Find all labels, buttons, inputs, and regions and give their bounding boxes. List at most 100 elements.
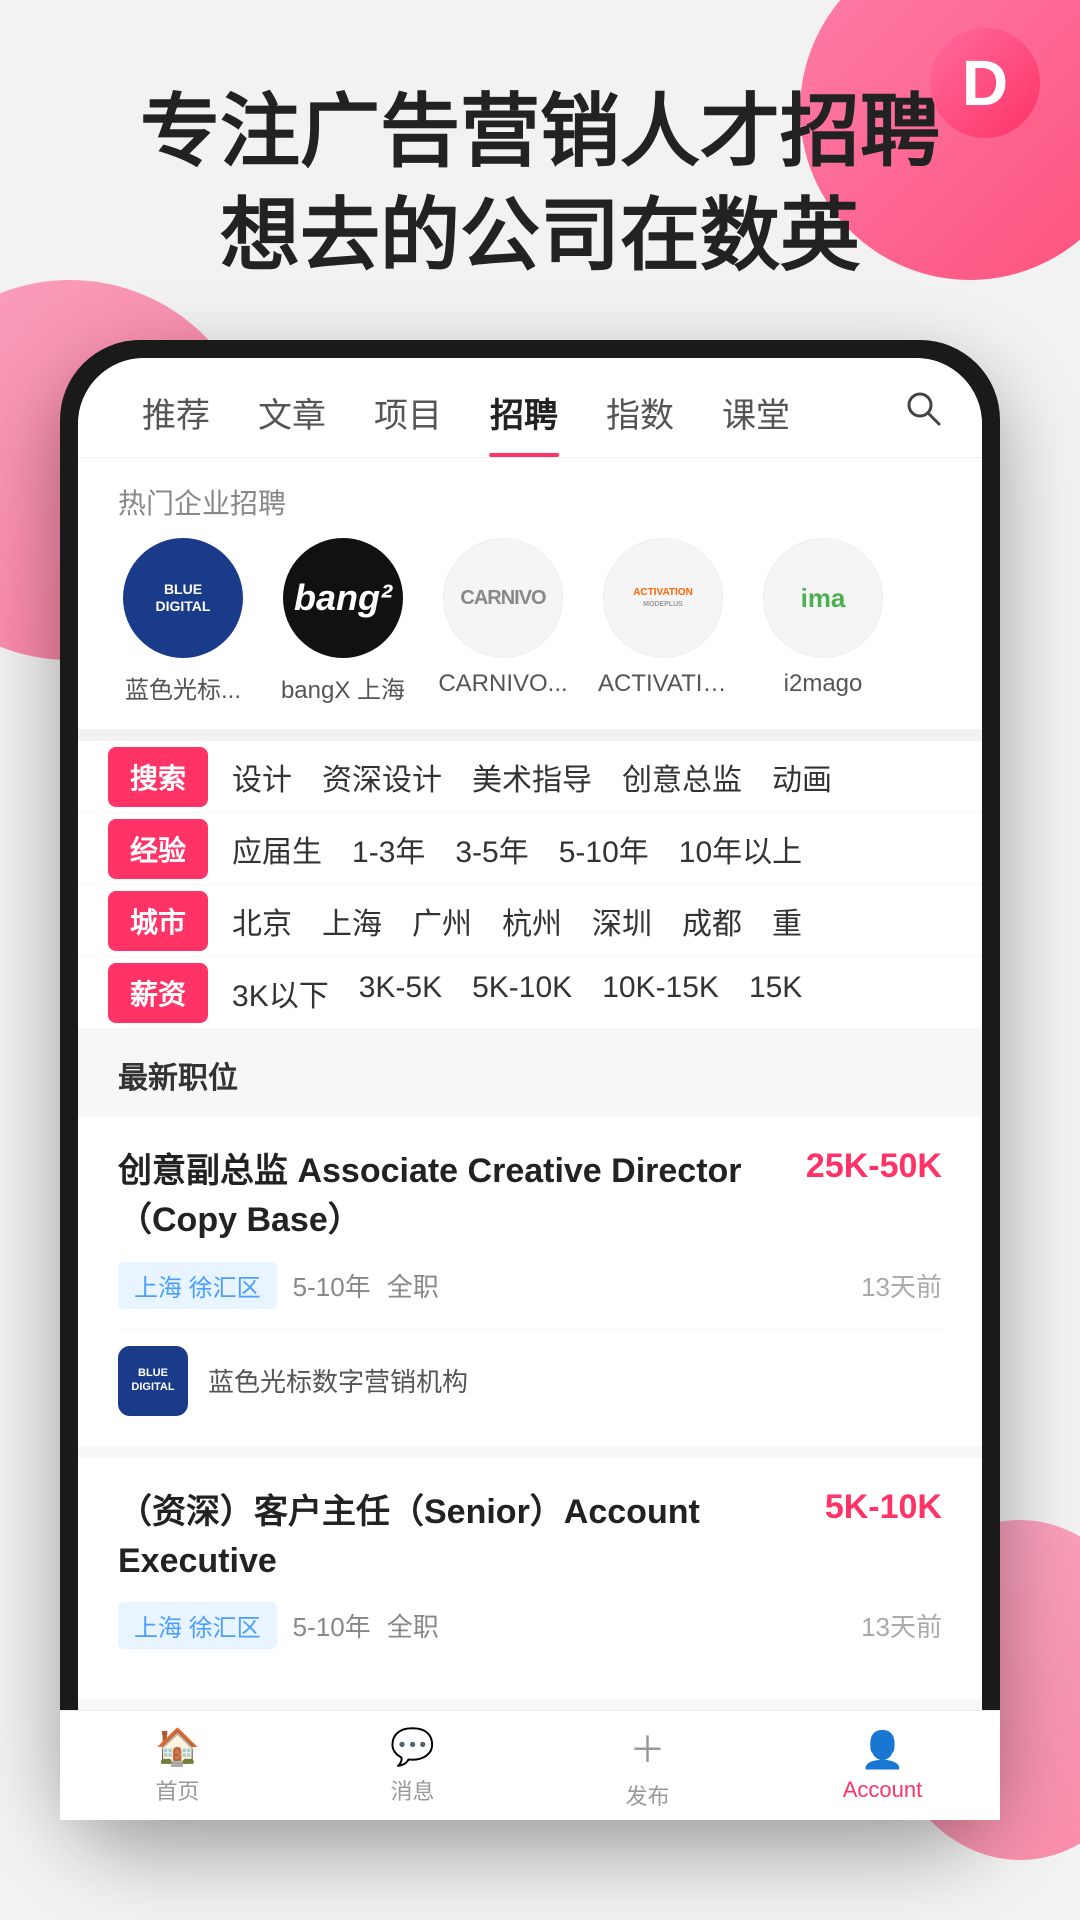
nav-item-article[interactable]: 文章 (234, 388, 350, 457)
filter-opt-10k-15k[interactable]: 10K-15K (602, 971, 719, 1015)
company-mini-logo-1: BLUEDIGITAL (118, 1346, 188, 1416)
job-time-1: 13天前 (861, 1267, 942, 1304)
publish-label: 发布 (625, 1779, 669, 1811)
app-logo[interactable]: D (930, 28, 1040, 138)
bottom-nav-home[interactable]: 🏠 首页 (60, 1711, 295, 1820)
job-card-1[interactable]: 创意副总监 Associate Creative Director（Copy B… (78, 1117, 982, 1446)
company-item-carnivo[interactable]: CARNIVO CARNIVO... (438, 538, 568, 705)
job-title-row-2: （资深）客户主任（Senior）Account Executive 5K-10K (118, 1488, 942, 1587)
job-company-row-1: BLUEDIGITAL 蓝色光标数字营销机构 (118, 1329, 942, 1416)
job-meta-1: 上海 徐汇区 5-10年 全职 13天前 (118, 1262, 942, 1309)
nav-item-project[interactable]: 项目 (350, 388, 466, 457)
filter-tag-exp[interactable]: 经验 (108, 819, 208, 879)
filter-opt-3k-below[interactable]: 3K以下 (232, 971, 329, 1015)
account-icon: 👤 (860, 1729, 905, 1771)
company-logo-activation: ACTIVATIONMODEPLUS (603, 538, 723, 658)
filter-row-exp: 经验 应届生 1-3年 3-5年 5-10年 10年以上 (78, 813, 982, 885)
hero-title: 专注广告营销人才招聘 想去的公司在数英 (0, 80, 1080, 288)
hero-line2: 想去的公司在数英 (220, 191, 860, 280)
publish-icon: ＋ (629, 1721, 665, 1773)
filter-row-salary: 薪资 3K以下 3K-5K 5K-10K 10K-15K 15K (78, 957, 982, 1029)
filter-options-salary: 3K以下 3K-5K 5K-10K 10K-15K 15K (232, 971, 952, 1015)
hot-companies-label: 热门企业招聘 (78, 458, 982, 538)
app-logo-letter: D (962, 51, 1008, 115)
filter-opt-hangzhou[interactable]: 杭州 (502, 899, 562, 943)
filter-opt-design[interactable]: 设计 (232, 755, 292, 799)
job-type-1: 全职 (387, 1267, 439, 1304)
filter-tag-city[interactable]: 城市 (108, 891, 208, 951)
company-name-bangx: bangX 上海 (278, 670, 408, 705)
company-name-carnivo: CARNIVO... (438, 670, 568, 698)
filter-opt-creative-director[interactable]: 创意总监 (622, 755, 742, 799)
bottom-nav-account[interactable]: 👤 Account (765, 1711, 1000, 1820)
job-card-2[interactable]: （资深）客户主任（Senior）Account Executive 5K-10K… (78, 1458, 982, 1700)
job-type-2: 全职 (387, 1607, 439, 1644)
filter-opt-art-director[interactable]: 美术指导 (472, 755, 592, 799)
company-name-activation: ACTIVATIO... (598, 670, 728, 698)
company-logo-bangx: bang² (283, 538, 403, 658)
filter-section: 搜索 设计 资深设计 美术指导 创意总监 动画 经验 应届生 1-3年 3-5年… (78, 741, 982, 1029)
company-item-bangx[interactable]: bang² bangX 上海 (278, 538, 408, 705)
company-item-activation[interactable]: ACTIVATIONMODEPLUS ACTIVATIO... (598, 538, 728, 705)
company-item-blue-digital[interactable]: BLUEDIGITAL 蓝色光标... (118, 538, 248, 705)
filter-options-search: 设计 资深设计 美术指导 创意总监 动画 (232, 755, 952, 799)
search-icon[interactable] (904, 389, 942, 457)
job-time-2: 13天前 (861, 1607, 942, 1644)
filter-opt-chengdu[interactable]: 成都 (682, 899, 742, 943)
home-label: 首页 (155, 1774, 199, 1806)
phone-screen: 推荐 文章 项目 招聘 指数 课堂 热门企业招聘 BLUEDIGITAL 蓝色光… (78, 358, 982, 1802)
nav-item-course[interactable]: 课堂 (698, 388, 814, 457)
filter-opt-shanghai[interactable]: 上海 (322, 899, 382, 943)
bottom-nav: 🏠 首页 💬 消息 ＋ 发布 👤 Account (60, 1710, 1000, 1820)
company-name-i2mago: i2mago (758, 670, 888, 698)
filter-options-exp: 应届生 1-3年 3-5年 5-10年 10年以上 (232, 827, 952, 871)
nav-item-recommend[interactable]: 推荐 (118, 388, 234, 457)
jobs-section: 最新职位 创意副总监 Associate Creative Director（C… (78, 1029, 982, 1802)
job-meta-2: 上海 徐汇区 5-10年 全职 13天前 (118, 1602, 942, 1649)
divider-1 (78, 729, 982, 741)
hero-line1: 专注广告营销人才招聘 (140, 87, 940, 176)
filter-opt-animation[interactable]: 动画 (772, 755, 832, 799)
nav-item-index[interactable]: 指数 (582, 388, 698, 457)
message-label: 消息 (390, 1774, 434, 1806)
companies-scroll: BLUEDIGITAL 蓝色光标... bang² bangX 上海 CARNI… (78, 538, 982, 729)
job-salary-2: 5K-10K (825, 1488, 942, 1527)
filter-opt-1-3[interactable]: 1-3年 (352, 827, 425, 871)
company-item-i2mago[interactable]: ima i2mago (758, 538, 888, 705)
filter-opt-3-5[interactable]: 3-5年 (455, 827, 528, 871)
job-location-tag-2: 上海 徐汇区 (118, 1602, 277, 1649)
filter-opt-beijing[interactable]: 北京 (232, 899, 292, 943)
filter-row-search: 搜索 设计 资深设计 美术指导 创意总监 动画 (78, 741, 982, 813)
job-location-tag-1: 上海 徐汇区 (118, 1262, 277, 1309)
company-logo-i2mago: ima (763, 538, 883, 658)
nav-bar: 推荐 文章 项目 招聘 指数 课堂 (78, 358, 982, 458)
filter-tag-salary[interactable]: 薪资 (108, 963, 208, 1023)
job-salary-1: 25K-50K (806, 1147, 942, 1186)
filter-opt-10plus[interactable]: 10年以上 (679, 827, 802, 871)
filter-tag-search[interactable]: 搜索 (108, 747, 208, 807)
home-icon: 🏠 (155, 1726, 200, 1768)
filter-opt-guangzhou[interactable]: 广州 (412, 899, 472, 943)
job-exp-1: 5-10年 (293, 1267, 371, 1304)
company-logo-blue-digital: BLUEDIGITAL (123, 538, 243, 658)
filter-opt-chongqing[interactable]: 重 (772, 899, 802, 943)
bottom-nav-message[interactable]: 💬 消息 (295, 1711, 530, 1820)
company-logo-carnivo: CARNIVO (443, 538, 563, 658)
filter-opt-5k-10k[interactable]: 5K-10K (472, 971, 572, 1015)
filter-opt-senior-design[interactable]: 资深设计 (322, 755, 442, 799)
filter-opt-shenzhen[interactable]: 深圳 (592, 899, 652, 943)
jobs-section-label: 最新职位 (78, 1029, 982, 1117)
filter-opt-5-10[interactable]: 5-10年 (559, 827, 649, 871)
bottom-nav-publish[interactable]: ＋ 发布 (530, 1711, 765, 1820)
filter-opt-fresh[interactable]: 应届生 (232, 827, 322, 871)
filter-opt-15k[interactable]: 15K (749, 971, 802, 1015)
job-title-2: （资深）客户主任（Senior）Account Executive (118, 1488, 809, 1587)
company-name-blue-digital: 蓝色光标... (118, 670, 248, 705)
nav-item-recruit[interactable]: 招聘 (466, 388, 582, 457)
company-mini-name-1: 蓝色光标数字营销机构 (208, 1362, 468, 1399)
message-icon: 💬 (390, 1726, 435, 1768)
job-title-1: 创意副总监 Associate Creative Director（Copy B… (118, 1147, 790, 1246)
filter-row-city: 城市 北京 上海 广州 杭州 深圳 成都 重 (78, 885, 982, 957)
hero-section: 专注广告营销人才招聘 想去的公司在数英 (0, 80, 1080, 288)
filter-opt-3k-5k[interactable]: 3K-5K (359, 971, 442, 1015)
